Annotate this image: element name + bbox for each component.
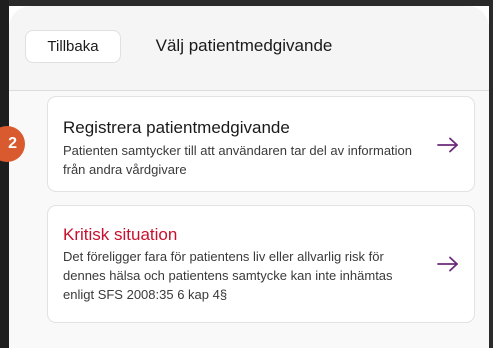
arrow-right-icon[interactable] xyxy=(437,137,459,153)
dialog-header: Tillbaka Välj patientmedgivande xyxy=(9,6,489,90)
option-title: Kritisk situation xyxy=(63,225,178,244)
option-description: Det föreligger fara för patientens liv e… xyxy=(63,249,393,302)
option-register-consent[interactable]: Registrera patientmedgivande Patienten s… xyxy=(47,96,475,192)
options-list: Registrera patientmedgivande Patienten s… xyxy=(9,91,489,348)
window-frame-left xyxy=(0,0,9,348)
consent-dialog: Tillbaka Välj patientmedgivande Registre… xyxy=(9,6,489,348)
option-description: Patienten samtycker till att användaren … xyxy=(63,143,413,177)
window-frame-right xyxy=(489,0,493,348)
arrow-right-icon[interactable] xyxy=(437,256,459,272)
option-critical-situation[interactable]: Kritisk situation Det föreligger fara fö… xyxy=(47,205,475,323)
page-title: Välj patientmedgivande xyxy=(155,36,333,55)
option-title: Registrera patientmedgivande xyxy=(63,118,290,137)
